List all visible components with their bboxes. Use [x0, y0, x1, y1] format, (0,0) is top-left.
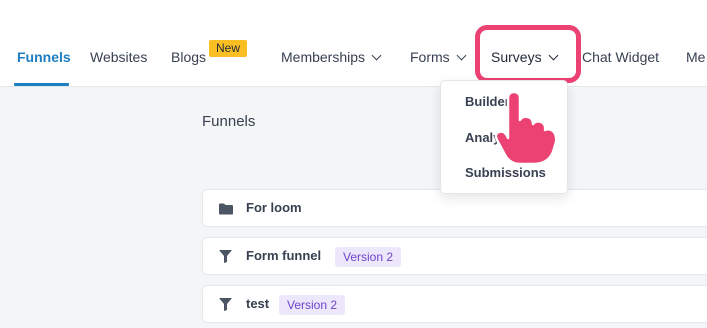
chevron-down-icon	[456, 50, 467, 61]
nav-tab-blogs[interactable]: Blogs	[171, 48, 206, 66]
funnel-list-item[interactable]: For loom	[202, 189, 707, 227]
nav-tab-forms[interactable]: Forms	[410, 48, 467, 66]
nav-tab-chat-widget[interactable]: Chat Widget	[582, 48, 659, 66]
pointing-hand-icon	[494, 90, 558, 166]
version-badge: Version 2	[335, 247, 402, 267]
new-badge: New	[209, 40, 247, 57]
page-title: Funnels	[202, 113, 256, 130]
funnel-icon	[219, 298, 232, 316]
chevron-down-icon	[371, 50, 382, 61]
nav-tab-memberships-label: Memberships	[281, 49, 366, 65]
folder-icon	[219, 202, 233, 220]
menu-item-submissions[interactable]: Submissions	[465, 165, 546, 180]
top-navigation: Funnels Websites Blogs New Memberships F…	[0, 0, 707, 87]
funnel-name: Form funnel	[246, 248, 322, 263]
chevron-down-icon	[548, 50, 559, 61]
active-tab-indicator	[14, 83, 69, 86]
funnel-name: For loom	[246, 200, 302, 215]
nav-tab-funnels[interactable]: Funnels	[17, 48, 71, 66]
nav-tab-memberships[interactable]: Memberships	[281, 48, 382, 66]
funnel-list-item[interactable]: Form funnel Version 2	[202, 237, 707, 275]
nav-tab-websites[interactable]: Websites	[90, 48, 147, 66]
nav-tab-forms-label: Forms	[410, 49, 450, 65]
funnel-icon	[219, 250, 232, 268]
funnel-list-item[interactable]: test Version 2	[202, 285, 707, 323]
version-badge: Version 2	[279, 295, 346, 315]
nav-tab-surveys[interactable]: Surveys	[491, 48, 559, 66]
nav-tab-surveys-label: Surveys	[491, 49, 542, 65]
nav-tab-more[interactable]: Me	[686, 48, 705, 66]
funnel-name: test	[246, 296, 270, 311]
